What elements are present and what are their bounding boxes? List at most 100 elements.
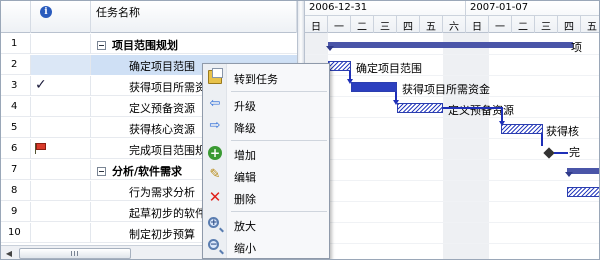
day-label: 四 <box>558 16 581 33</box>
indicator-cell <box>31 223 91 243</box>
scrollbar-thumb[interactable] <box>19 248 131 259</box>
task-bar[interactable] <box>328 61 351 71</box>
menu-item-label: 降级 <box>234 122 256 135</box>
week-label: 2006-12-31 <box>305 1 466 16</box>
day-label: 五 <box>581 16 599 33</box>
day-label: 四 <box>397 16 420 33</box>
table-row[interactable]: 1 项目范围规划 <box>1 34 297 54</box>
context-menu: 转到任务 ⇦ 升级 ⇨ 降级 + 增加 ✎ 编辑 ✕ 删除 + 放大 − 缩小 <box>202 63 330 259</box>
timeline-header: 2006-12-31 2007-01-07 日 一 二 三 四 五 六 日 一 … <box>305 1 599 33</box>
summary-bar-label: 项 <box>571 41 582 54</box>
indicator-cell <box>31 118 91 138</box>
menu-item-label: 增加 <box>234 149 256 162</box>
row-number: 9 <box>1 202 31 222</box>
day-label: 三 <box>535 16 558 33</box>
task-name-cell[interactable]: 项目范围规划 <box>91 34 297 54</box>
row-number-header[interactable] <box>1 1 31 33</box>
indicator-cell: ✓ <box>31 76 91 96</box>
row-number: 7 <box>1 160 31 180</box>
dependency-link <box>541 134 543 146</box>
indicator-cell <box>31 55 91 75</box>
menu-item-delete[interactable]: ✕ 删除 <box>203 186 329 209</box>
row-number: 1 <box>1 34 31 54</box>
gantt-application: i 任务名称 1 项目范围规划 2 确定项目范围 3 ✓ 获得项目所需资金 4 … <box>0 0 600 260</box>
menu-item-add[interactable]: + 增加 <box>203 142 329 165</box>
goto-task-icon <box>208 68 223 84</box>
milestone-label: 完 <box>569 146 580 159</box>
day-label: 二 <box>512 16 535 33</box>
grid-header: i 任务名称 <box>1 1 297 33</box>
indicator-cell <box>31 139 91 159</box>
menu-item-label: 删除 <box>234 193 256 206</box>
add-icon: + <box>208 146 222 160</box>
zoom-in-icon: + <box>208 217 219 228</box>
task-name: 项目范围规划 <box>112 39 178 52</box>
zoom-out-icon: − <box>208 239 219 250</box>
task-bar-label: 确定项目范围 <box>356 62 422 75</box>
day-label: 二 <box>351 16 374 33</box>
day-label: 日 <box>466 16 489 33</box>
task-bar-label: 获得核 <box>546 125 579 138</box>
indicator-cell <box>31 202 91 222</box>
menu-item-goto-task[interactable]: 转到任务 <box>203 66 329 89</box>
summary-bar-start-cap <box>565 172 573 177</box>
indicator-cell <box>31 34 91 54</box>
menu-item-indent[interactable]: ⇨ 降级 <box>203 115 329 138</box>
dependency-link <box>554 152 568 154</box>
menu-separator <box>231 91 327 92</box>
indicator-cell <box>31 160 91 180</box>
indicator-cell <box>31 97 91 117</box>
indent-arrow-icon: ⇨ <box>209 118 221 133</box>
summary-bar-start-cap <box>326 46 334 51</box>
task-name: 制定初步预算 <box>129 228 195 241</box>
day-label: 五 <box>420 16 443 33</box>
indicator-column-header[interactable]: i <box>31 1 91 33</box>
menu-item-label: 编辑 <box>234 171 256 184</box>
task-bar[interactable] <box>501 124 543 134</box>
indicator-cell <box>31 181 91 201</box>
task-bar-label: 获得项目所需资金 <box>402 83 490 96</box>
gantt-chart-pane: 2006-12-31 2007-01-07 日 一 二 三 四 五 六 日 一 … <box>305 1 599 259</box>
menu-separator <box>231 211 327 212</box>
task-bar[interactable] <box>567 187 599 197</box>
menu-item-outdent[interactable]: ⇦ 升级 <box>203 93 329 116</box>
task-bar-label: 定义预备资源 <box>448 104 514 117</box>
row-number: 4 <box>1 97 31 117</box>
row-number: 5 <box>1 118 31 138</box>
menu-item-zoom-out[interactable]: − 缩小 <box>203 235 329 258</box>
delete-icon: ✕ <box>208 188 222 206</box>
outdent-arrow-icon: ⇦ <box>209 96 221 111</box>
scroll-left-button[interactable]: ◀ <box>2 247 16 259</box>
day-label: 一 <box>328 16 351 33</box>
task-name-column-header[interactable]: 任务名称 <box>91 1 297 33</box>
menu-item-label: 转到任务 <box>234 73 278 86</box>
milestone-diamond-icon[interactable] <box>543 147 555 159</box>
menu-separator <box>231 140 327 141</box>
weekend-column <box>443 33 466 259</box>
day-label: 六 <box>443 16 466 33</box>
menu-item-label: 放大 <box>234 220 256 233</box>
task-bar[interactable] <box>351 82 397 92</box>
week-label: 2007-01-07 <box>466 1 599 16</box>
task-name: 定义预备资源 <box>129 102 195 115</box>
weekend-column <box>466 33 489 259</box>
task-bar[interactable] <box>397 103 443 113</box>
collapse-toggle-icon[interactable] <box>97 167 106 176</box>
task-name: 行为需求分析 <box>129 186 195 199</box>
day-label: 一 <box>489 16 512 33</box>
task-name: 确定项目范围 <box>129 60 195 73</box>
task-name: 分析/软件需求 <box>112 165 183 178</box>
summary-bar[interactable] <box>328 42 573 48</box>
day-label: 三 <box>374 16 397 33</box>
task-name: 获得核心资源 <box>129 123 195 136</box>
menu-item-zoom-in[interactable]: + 放大 <box>203 213 329 236</box>
menu-item-label: 缩小 <box>234 242 256 255</box>
row-number: 8 <box>1 181 31 201</box>
menu-item-edit[interactable]: ✎ 编辑 <box>203 164 329 187</box>
flag-icon <box>35 143 47 154</box>
collapse-toggle-icon[interactable] <box>97 41 106 50</box>
info-icon: i <box>40 6 52 18</box>
edit-icon: ✎ <box>209 167 221 182</box>
dependency-link <box>443 107 503 109</box>
row-number: 6 <box>1 139 31 159</box>
